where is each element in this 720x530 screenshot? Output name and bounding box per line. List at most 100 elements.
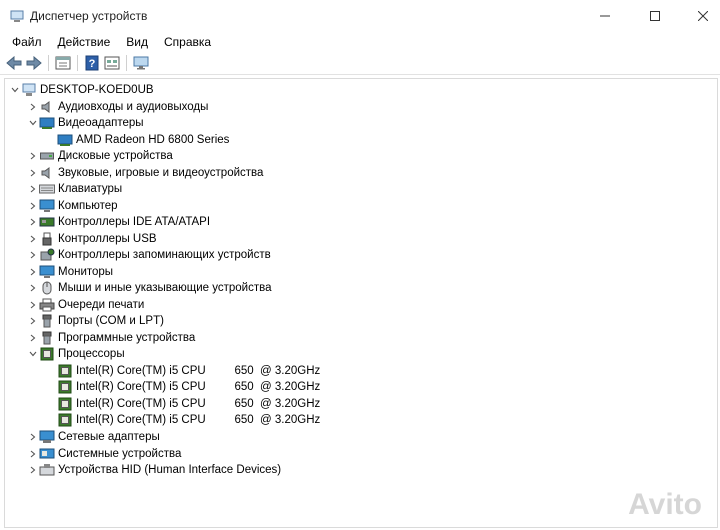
chevron-right-icon[interactable] bbox=[27, 313, 39, 329]
processor-icon bbox=[39, 346, 55, 362]
tree-item-label: Компьютер bbox=[58, 199, 118, 212]
menu-action[interactable]: Действие bbox=[50, 32, 119, 52]
device-tree[interactable]: DESKTOP-KOED0UB Аудиовходы и аудиовыходы… bbox=[4, 78, 718, 528]
chevron-right-icon[interactable] bbox=[27, 148, 39, 164]
window-title: Диспетчер устройств bbox=[30, 9, 148, 23]
minimize-icon bbox=[600, 15, 610, 17]
tree-item-label: Intel(R) Core(TM) i5 CPU 650 @ 3.20GHz bbox=[76, 364, 321, 377]
back-arrow-icon bbox=[6, 56, 22, 70]
network-adapter-icon bbox=[39, 429, 55, 445]
storage-controller-icon bbox=[39, 247, 55, 263]
chevron-right-icon[interactable] bbox=[27, 264, 39, 280]
chevron-right-icon[interactable] bbox=[27, 429, 39, 445]
chevron-down-icon[interactable] bbox=[27, 115, 39, 131]
tree-item-sound[interactable]: Звуковые, игровые и видеоустройства bbox=[27, 165, 263, 181]
forward-button[interactable] bbox=[24, 53, 44, 73]
disk-drive-icon bbox=[39, 148, 55, 164]
tree-item-disk-drives[interactable]: Дисковые устройства bbox=[27, 148, 173, 164]
chevron-right-icon[interactable] bbox=[27, 297, 39, 313]
tree-item-ports[interactable]: Порты (COM и LPT) bbox=[27, 313, 164, 329]
display-adapter-icon bbox=[57, 132, 73, 148]
port-icon bbox=[39, 313, 55, 329]
maximize-button[interactable] bbox=[632, 0, 678, 32]
tree-item-monitors[interactable]: Мониторы bbox=[27, 264, 113, 280]
menu-file[interactable]: Файл bbox=[4, 32, 50, 52]
sound-icon bbox=[39, 165, 55, 181]
chevron-right-icon[interactable] bbox=[27, 214, 39, 230]
tree-item-label: Процессоры bbox=[58, 348, 125, 360]
tree-item-display-adapters[interactable]: Видеоадаптеры bbox=[27, 115, 144, 131]
tree-item-system-devices[interactable]: Системные устройства bbox=[27, 446, 181, 462]
chevron-right-icon[interactable] bbox=[27, 330, 39, 346]
chevron-right-icon[interactable] bbox=[27, 247, 39, 263]
speaker-icon bbox=[39, 99, 55, 115]
menu-help[interactable]: Справка bbox=[156, 32, 219, 52]
chevron-right-icon[interactable] bbox=[27, 446, 39, 462]
forward-arrow-icon bbox=[26, 56, 42, 70]
chevron-right-icon[interactable] bbox=[27, 165, 39, 181]
tree-item-label: Очереди печати bbox=[58, 298, 145, 311]
tree-item-keyboards[interactable]: Клавиатуры bbox=[27, 181, 122, 197]
computer-icon bbox=[21, 82, 37, 98]
tree-item-processors[interactable]: Процессоры bbox=[27, 346, 125, 362]
tree-item-label: Программные устройства bbox=[58, 331, 196, 344]
tree-device-cpu[interactable]: Intel(R) Core(TM) i5 CPU 650 @ 3.20GHz bbox=[57, 363, 320, 379]
help-icon: ? bbox=[85, 55, 99, 71]
menu-view[interactable]: Вид bbox=[118, 32, 156, 52]
chevron-down-icon[interactable] bbox=[9, 82, 21, 98]
tree-root[interactable]: DESKTOP-KOED0UB bbox=[9, 82, 154, 98]
monitor-icon bbox=[39, 264, 55, 280]
tree-device-amd-radeon[interactable]: AMD Radeon HD 6800 Series bbox=[57, 132, 229, 148]
toolbar-separator bbox=[77, 55, 78, 71]
tree-item-label: Аудиовходы и аудиовыходы bbox=[58, 100, 209, 113]
minimize-button[interactable] bbox=[582, 0, 628, 32]
tree-device-cpu[interactable]: Intel(R) Core(TM) i5 CPU 650 @ 3.20GHz bbox=[57, 379, 320, 395]
chevron-right-icon[interactable] bbox=[27, 231, 39, 247]
help-button[interactable]: ? bbox=[82, 53, 102, 73]
tree-item-label: AMD Radeon HD 6800 Series bbox=[76, 133, 230, 146]
usb-icon bbox=[39, 231, 55, 247]
processor-icon bbox=[57, 363, 73, 379]
title-bar: Диспетчер устройств bbox=[0, 0, 720, 32]
ide-controller-icon bbox=[39, 214, 55, 230]
tree-item-hid[interactable]: Устройства HID (Human Interface Devices) bbox=[27, 462, 281, 478]
printer-icon bbox=[39, 297, 55, 313]
chevron-right-icon[interactable] bbox=[27, 280, 39, 296]
tree-device-cpu[interactable]: Intel(R) Core(TM) i5 CPU 650 @ 3.20GHz bbox=[57, 396, 320, 412]
chevron-right-icon[interactable] bbox=[27, 181, 39, 197]
tree-item-network-adapters[interactable]: Сетевые адаптеры bbox=[27, 429, 160, 445]
tree-item-ide-controllers[interactable]: Контроллеры IDE ATA/ATAPI bbox=[27, 214, 210, 230]
tree-item-audio-io[interactable]: Аудиовходы и аудиовыходы bbox=[27, 99, 208, 115]
chevron-down-icon[interactable] bbox=[27, 346, 39, 362]
tree-item-label: Сетевые адаптеры bbox=[58, 431, 160, 443]
hid-icon bbox=[39, 462, 55, 478]
view-button[interactable] bbox=[102, 53, 122, 73]
tree-device-cpu[interactable]: Intel(R) Core(TM) i5 CPU 650 @ 3.20GHz bbox=[57, 412, 320, 428]
chevron-right-icon[interactable] bbox=[27, 198, 39, 214]
back-button[interactable] bbox=[4, 53, 24, 73]
keyboard-icon bbox=[39, 181, 55, 197]
tree-item-label: Системные устройства bbox=[58, 447, 182, 460]
tree-item-label: Клавиатуры bbox=[58, 183, 123, 195]
tree-root-label: DESKTOP-KOED0UB bbox=[40, 84, 154, 96]
chevron-right-icon[interactable] bbox=[27, 462, 39, 478]
tree-item-label: Звуковые, игровые и видеоустройства bbox=[58, 166, 264, 179]
chevron-right-icon[interactable] bbox=[27, 99, 39, 115]
close-button[interactable] bbox=[680, 0, 720, 32]
scan-hardware-button[interactable] bbox=[131, 53, 151, 73]
tree-item-print-queues[interactable]: Очереди печати bbox=[27, 297, 144, 313]
tree-item-storage-controllers[interactable]: Контроллеры запоминающих устройств bbox=[27, 247, 271, 263]
tree-item-mice[interactable]: Мыши и иные указывающие устройства bbox=[27, 280, 272, 296]
mouse-icon bbox=[39, 280, 55, 296]
properties-button[interactable] bbox=[53, 53, 73, 73]
close-icon bbox=[698, 11, 708, 21]
computer-icon bbox=[39, 198, 55, 214]
tree-item-label: Контроллеры IDE ATA/ATAPI bbox=[58, 216, 211, 228]
tree-item-usb-controllers[interactable]: Контроллеры USB bbox=[27, 231, 157, 247]
tree-item-software-devices[interactable]: Программные устройства bbox=[27, 330, 195, 346]
tree-item-label: Intel(R) Core(TM) i5 CPU 650 @ 3.20GHz bbox=[76, 414, 321, 426]
toolbar-separator bbox=[48, 55, 49, 71]
maximize-icon bbox=[650, 11, 660, 21]
toolbar: ? bbox=[0, 52, 720, 75]
tree-item-computer[interactable]: Компьютер bbox=[27, 198, 118, 214]
